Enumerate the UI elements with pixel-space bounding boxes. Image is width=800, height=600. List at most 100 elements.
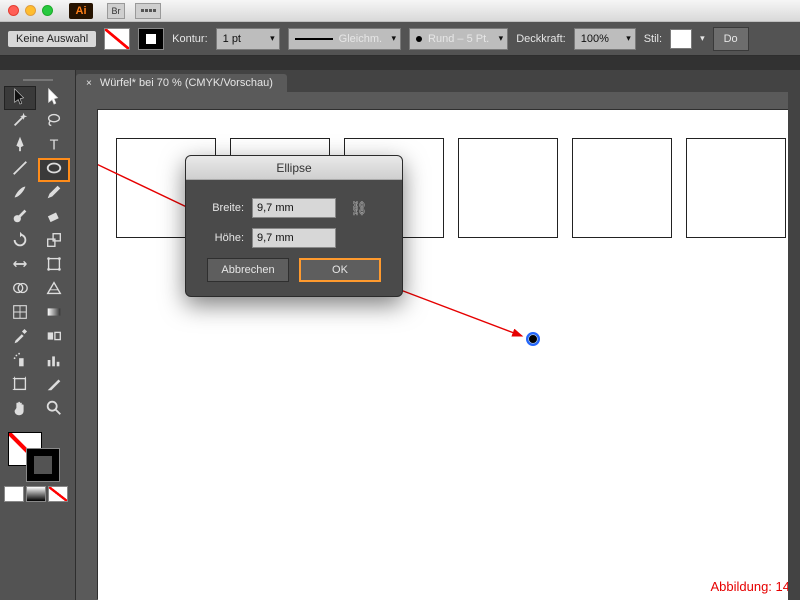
gradient-tool[interactable] (38, 302, 70, 326)
column-graph-icon (45, 351, 63, 374)
document-tabbar: × Würfel* bei 70 % (CMYK/Vorschau) (76, 70, 800, 92)
window-zoom-icon[interactable] (42, 5, 53, 16)
gradient-icon (45, 303, 63, 326)
color-mode-solid[interactable] (4, 486, 24, 502)
artboard-icon (11, 375, 29, 398)
document-tab[interactable]: × Würfel* bei 70 % (CMYK/Vorschau) (76, 74, 287, 92)
hand-tool[interactable] (4, 398, 36, 422)
mesh-icon (11, 303, 29, 326)
pen-icon (11, 135, 29, 158)
eyedropper-tool[interactable] (4, 326, 36, 350)
stroke-dash-dropdown[interactable]: Gleichm. (288, 28, 401, 50)
ellipse-tool[interactable] (38, 158, 70, 182)
die-square[interactable] (458, 138, 558, 238)
ok-button[interactable]: OK (299, 258, 381, 282)
style-dropdown-icon[interactable]: ▾ (700, 33, 705, 44)
rotate-icon (11, 231, 29, 254)
free-transform-icon (45, 255, 63, 278)
die-square[interactable] (572, 138, 672, 238)
ellipse-icon (45, 159, 63, 182)
figure-caption: Abbildung: 14 (710, 579, 790, 594)
brush-icon (11, 183, 29, 206)
color-mode-none[interactable] (48, 486, 68, 502)
color-mode-gradient[interactable] (26, 486, 46, 502)
scale-tool[interactable] (38, 230, 70, 254)
stroke-swatch[interactable] (138, 28, 164, 50)
arrange-docs-button[interactable] (135, 3, 161, 19)
perspective-tool[interactable] (38, 278, 70, 302)
panel-grabber-icon[interactable] (4, 76, 71, 84)
close-tab-icon[interactable]: × (86, 78, 92, 89)
fill-stroke-control[interactable] (4, 430, 70, 480)
perspective-icon (45, 279, 63, 302)
artboard-tool[interactable] (4, 374, 36, 398)
scale-icon (45, 231, 63, 254)
blend-tool[interactable] (38, 326, 70, 350)
magic-wand-tool[interactable] (4, 110, 36, 134)
brush-tool[interactable] (4, 182, 36, 206)
bridge-button[interactable]: Br (107, 3, 125, 19)
type-tool[interactable]: T (38, 134, 70, 158)
window-minimize-icon[interactable] (25, 5, 36, 16)
symbol-spray-icon (11, 351, 29, 374)
eyedropper-icon (11, 327, 29, 350)
selection-icon (11, 87, 29, 110)
shape-builder-icon (11, 279, 29, 302)
document-tab-label: Würfel* bei 70 % (CMYK/Vorschau) (100, 77, 273, 89)
stroke-color-icon[interactable] (26, 448, 60, 482)
line-tool[interactable] (4, 158, 36, 182)
mesh-tool[interactable] (4, 302, 36, 326)
mac-titlebar: Ai Br (0, 0, 800, 22)
cancel-button[interactable]: Abbrechen (207, 258, 289, 282)
eraser-tool[interactable] (38, 206, 70, 230)
die-square[interactable] (686, 138, 786, 238)
zoom-icon (45, 399, 63, 422)
lasso-tool[interactable] (38, 110, 70, 134)
blend-icon (45, 327, 63, 350)
stroke-profile-dropdown[interactable]: Rund – 5 Pt. (409, 28, 508, 50)
width-input[interactable] (252, 198, 336, 218)
blob-brush-tool[interactable] (4, 206, 36, 230)
stroke-weight-dropdown[interactable]: 1 pt (216, 28, 280, 50)
stroke-profile-label: Rund – 5 Pt. (428, 33, 489, 45)
right-panel-strip[interactable] (788, 70, 800, 600)
document-setup-button[interactable]: Do (713, 27, 749, 51)
pencil-tool[interactable] (38, 182, 70, 206)
selection-tool[interactable] (4, 86, 36, 110)
magic-wand-icon (11, 111, 29, 134)
direct-selection-icon (45, 87, 63, 110)
width-icon (11, 255, 29, 278)
style-label: Stil: (644, 33, 662, 45)
app-badge: Ai (69, 3, 93, 19)
shape-builder-tool[interactable] (4, 278, 36, 302)
height-input[interactable] (252, 228, 336, 248)
lasso-icon (45, 111, 63, 134)
graphic-style-swatch[interactable] (670, 29, 692, 49)
round-dot-icon (416, 36, 422, 42)
zoom-tool[interactable] (38, 398, 70, 422)
slice-icon (45, 375, 63, 398)
rotate-tool[interactable] (4, 230, 36, 254)
symbol-spray-tool[interactable] (4, 350, 36, 374)
stroke-dash-label: Gleichm. (339, 33, 382, 45)
width-tool[interactable] (4, 254, 36, 278)
column-graph-tool[interactable] (38, 350, 70, 374)
line-icon (11, 159, 29, 182)
control-bar: Keine Auswahl Kontur: 1 pt Gleichm. Rund… (0, 22, 800, 56)
svg-text:T: T (50, 137, 59, 153)
pen-tool[interactable] (4, 134, 36, 158)
height-label: Höhe: (200, 232, 244, 244)
free-transform-tool[interactable] (38, 254, 70, 278)
opacity-dropdown[interactable]: 100% (574, 28, 636, 50)
pencil-icon (45, 183, 63, 206)
slice-tool[interactable] (38, 374, 70, 398)
fill-swatch[interactable] (104, 28, 130, 50)
selection-indicator: Keine Auswahl (8, 31, 96, 47)
constrain-proportions-icon[interactable]: ⛓ (350, 200, 368, 217)
opacity-label: Deckkraft: (516, 33, 566, 45)
direct-selection-tool[interactable] (38, 86, 70, 110)
eraser-icon (45, 207, 63, 230)
ellipse-dialog: Ellipse Breite: ⛓ Höhe: Abbrechen OK (185, 155, 403, 297)
window-close-icon[interactable] (8, 5, 19, 16)
ellipse-result[interactable] (526, 332, 540, 346)
